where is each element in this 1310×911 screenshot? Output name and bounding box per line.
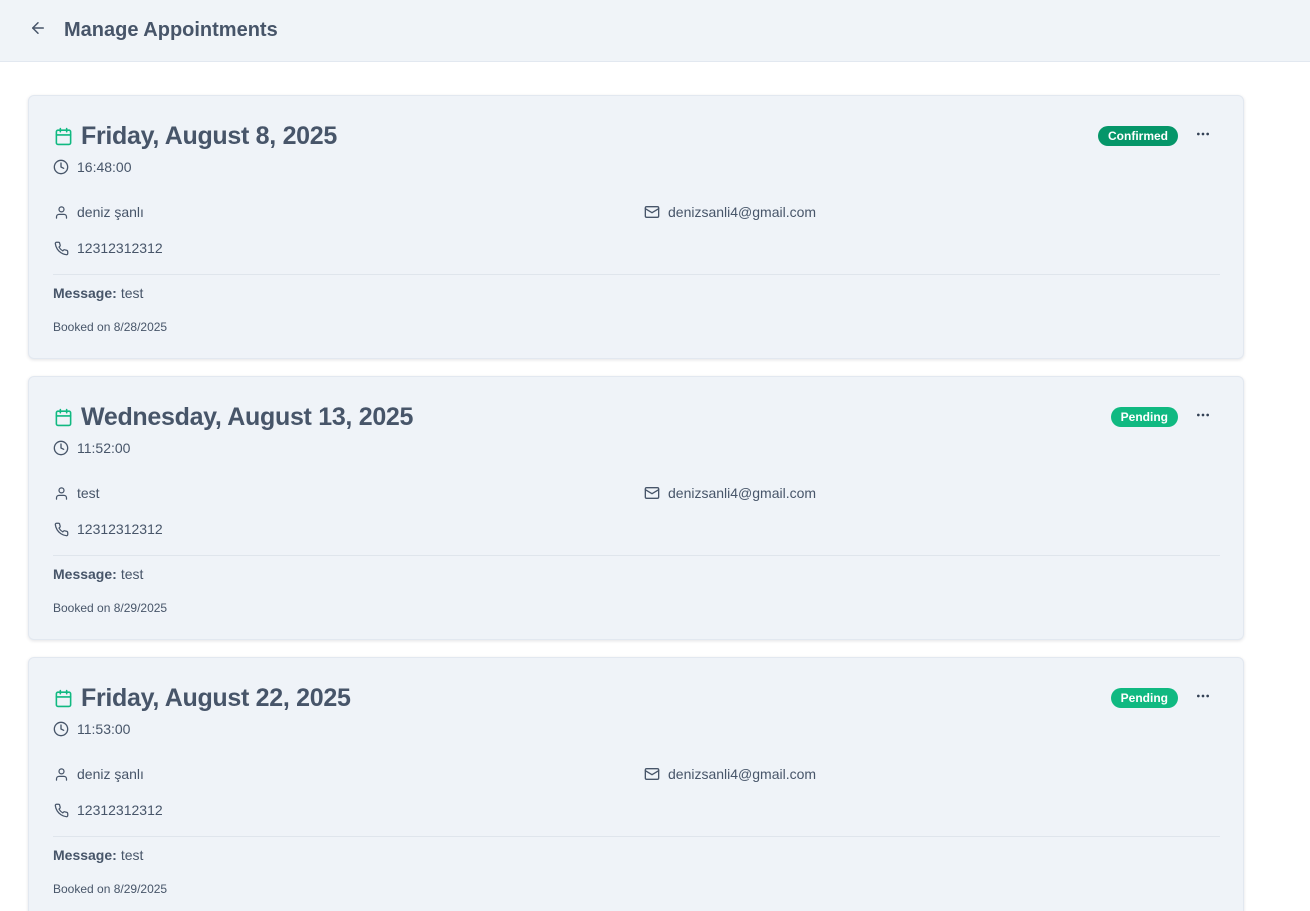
arrow-left-icon — [29, 19, 47, 42]
message-text: test — [120, 285, 144, 301]
message-text: test — [120, 566, 144, 582]
appointment-time-row: 11:53:00 — [53, 720, 130, 738]
customer-email-row: denizsanli4@gmail.com — [644, 484, 816, 502]
appointment-time: 11:53:00 — [77, 721, 131, 737]
phone-icon — [53, 240, 69, 256]
customer-phone: 12312312312 — [77, 521, 163, 537]
appointment-card: Wednesday, August 13, 2025 11:52:00 test… — [28, 376, 1244, 640]
divider — [53, 836, 1220, 837]
more-actions-button[interactable] — [1191, 407, 1215, 427]
customer-phone-row: 12312312312 — [53, 801, 163, 819]
customer-phone: 12312312312 — [77, 802, 163, 818]
customer-name-row: deniz şanlı — [53, 765, 144, 783]
customer-email: denizsanli4@gmail.com — [668, 204, 817, 220]
mail-icon — [644, 766, 660, 782]
customer-email-row: denizsanli4@gmail.com — [644, 765, 816, 783]
more-horizontal-icon — [1195, 126, 1211, 147]
appointment-date-row: Wednesday, August 13, 2025 — [53, 403, 413, 431]
user-icon — [53, 204, 69, 220]
appointment-time-row: 11:52:00 — [53, 439, 130, 457]
phone-icon — [53, 521, 69, 537]
calendar-icon — [53, 126, 73, 146]
message-row: Message: test — [53, 846, 143, 864]
customer-name: deniz şanlı — [77, 766, 144, 782]
back-button[interactable] — [26, 18, 50, 42]
customer-phone-row: 12312312312 — [53, 520, 163, 538]
clock-icon — [53, 159, 69, 175]
more-actions-button[interactable] — [1191, 688, 1215, 708]
message-text: test — [120, 847, 144, 863]
clock-icon — [53, 440, 69, 456]
divider — [53, 555, 1220, 556]
appointment-card: Friday, August 22, 2025 11:53:00 deniz ş… — [28, 657, 1244, 911]
more-horizontal-icon — [1195, 407, 1211, 428]
appointment-date: Friday, August 8, 2025 — [81, 122, 337, 150]
mail-icon — [644, 485, 660, 501]
app: Manage Appointments Friday, August 8, 20… — [0, 0, 1310, 911]
customer-email-row: denizsanli4@gmail.com — [644, 203, 816, 221]
more-actions-button[interactable] — [1191, 126, 1215, 146]
page-title: Manage Appointments — [64, 19, 278, 41]
message-label: Message: — [53, 285, 117, 301]
customer-name-row: test — [53, 484, 100, 502]
top-bar: Manage Appointments — [0, 0, 1310, 62]
message-row: Message: test — [53, 284, 143, 302]
user-icon — [53, 766, 69, 782]
appointment-date: Wednesday, August 13, 2025 — [81, 403, 414, 431]
message-label: Message: — [53, 566, 117, 582]
customer-name-row: deniz şanlı — [53, 203, 144, 221]
customer-phone: 12312312312 — [77, 240, 163, 256]
user-icon — [53, 485, 69, 501]
more-horizontal-icon — [1195, 688, 1211, 709]
customer-name: deniz şanlı — [77, 204, 144, 220]
divider — [53, 274, 1220, 275]
status-badge: Pending — [1110, 688, 1178, 708]
customer-phone-row: 12312312312 — [53, 239, 163, 257]
mail-icon — [644, 204, 660, 220]
clock-icon — [53, 721, 69, 737]
calendar-icon — [53, 688, 73, 708]
appointment-list: Friday, August 8, 2025 16:48:00 deniz şa… — [28, 95, 1244, 911]
customer-email: denizsanli4@gmail.com — [668, 485, 817, 501]
booked-date: Booked on 8/29/2025 — [53, 601, 168, 615]
message-label: Message: — [53, 847, 117, 863]
appointment-time: 11:52:00 — [77, 440, 131, 456]
customer-name: test — [77, 485, 100, 501]
appointment-time: 16:48:00 — [77, 159, 132, 175]
booked-date: Booked on 8/29/2025 — [53, 882, 168, 896]
status-badge: Pending — [1110, 407, 1178, 427]
booked-date: Booked on 8/28/2025 — [53, 320, 168, 334]
appointment-date: Friday, August 22, 2025 — [81, 684, 351, 712]
phone-icon — [53, 802, 69, 818]
status-badge: Confirmed — [1098, 126, 1178, 146]
appointment-date-row: Friday, August 8, 2025 — [53, 122, 337, 150]
customer-email: denizsanli4@gmail.com — [668, 766, 817, 782]
appointment-card: Friday, August 8, 2025 16:48:00 deniz şa… — [28, 95, 1244, 359]
appointment-time-row: 16:48:00 — [53, 158, 132, 176]
appointment-date-row: Friday, August 22, 2025 — [53, 684, 351, 712]
message-row: Message: test — [53, 565, 143, 583]
calendar-icon — [53, 407, 73, 427]
